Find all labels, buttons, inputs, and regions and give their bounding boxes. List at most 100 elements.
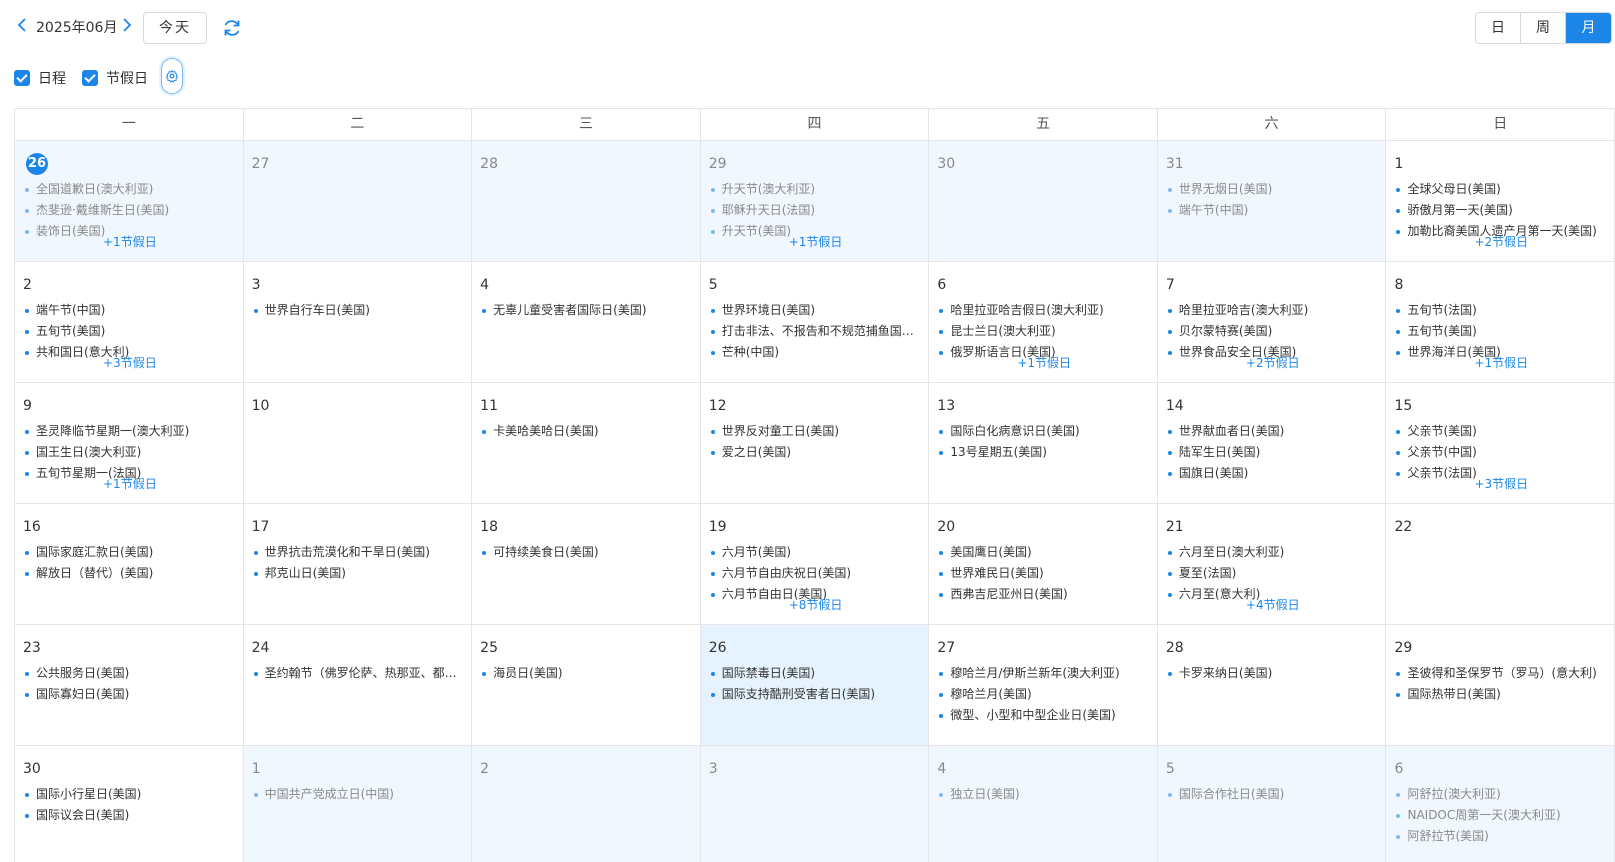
holiday-event[interactable]: 国际家庭汇款日(美国) (23, 542, 237, 563)
next-month-chevron-right-icon[interactable] (117, 17, 137, 39)
holiday-event[interactable]: 耶稣升天日(法国) (709, 200, 923, 221)
day-cell[interactable]: 11 卡美哈美哈日(美国) (472, 383, 701, 504)
holiday-event[interactable]: 阿舒拉节(美国) (1394, 826, 1608, 847)
more-holidays-link[interactable]: +3节假日 (1474, 477, 1528, 491)
day-cell[interactable]: 3 世界自行车日(美国) (243, 262, 473, 383)
more-holidays-link[interactable]: +2节假日 (1246, 356, 1300, 370)
holiday-event[interactable]: 美国鹰日(美国) (937, 542, 1151, 563)
holiday-event[interactable]: 昆士兰日(澳大利亚) (937, 321, 1151, 342)
holiday-event[interactable]: 杰斐逊·戴维斯生日(美国) (23, 200, 237, 221)
holiday-event[interactable]: 13号星期五(美国) (937, 442, 1151, 463)
holiday-event[interactable]: 夏至(法国) (1166, 563, 1380, 584)
holiday-event[interactable]: 世界自行车日(美国) (252, 300, 466, 321)
holiday-event[interactable]: 无辜儿童受害者国际日(美国) (480, 300, 694, 321)
day-cell[interactable]: 4 独立日(美国) (929, 746, 1158, 862)
holiday-event[interactable]: NAIDOC周第一天(澳大利亚) (1394, 805, 1608, 826)
more-holidays-link[interactable]: +4节假日 (1246, 598, 1300, 612)
holiday-event[interactable]: 芒种(中国) (709, 342, 923, 363)
day-cell[interactable]: 27 (243, 141, 473, 262)
more-holidays-link[interactable]: +2节假日 (1474, 235, 1528, 249)
holiday-event[interactable]: 世界无烟日(美国) (1166, 179, 1380, 200)
holiday-event[interactable]: 爱之日(美国) (709, 442, 923, 463)
holiday-event[interactable]: 世界难民日(美国) (937, 563, 1151, 584)
holiday-event[interactable]: 国际禁毒日(美国) (709, 663, 923, 684)
holiday-event[interactable]: 国际白化病意识日(美国) (937, 421, 1151, 442)
day-cell[interactable]: 2 端午节(中国) 五旬节(美国) 共和国日(意大利) +3节假日 (15, 262, 244, 383)
day-cell[interactable]: 1 全球父母日(美国) 骄傲月第一天(美国) 加勒比裔美国人遗产月第一天(美国) +2节… (1386, 141, 1615, 262)
holiday-event[interactable]: 国际小行星日(美国) (23, 784, 237, 805)
day-cell[interactable]: 29 圣彼得和圣保罗节（罗马）(意大利) 国际热带日(美国) (1386, 625, 1615, 746)
holiday-event[interactable]: 世界反对童工日(美国) (709, 421, 923, 442)
day-cell[interactable]: 2 (472, 746, 701, 862)
holiday-event[interactable]: 全国道歉日(澳大利亚) (23, 179, 237, 200)
holiday-event[interactable]: 六月节自由庆祝日(美国) (709, 563, 923, 584)
holiday-event[interactable]: 升天节(澳大利亚) (709, 179, 923, 200)
holiday-event[interactable]: 国际议会日(美国) (23, 805, 237, 826)
holiday-event[interactable]: 穆哈兰月(美国) (937, 684, 1151, 705)
holiday-event[interactable]: 哈里拉亚哈吉假日(澳大利亚) (937, 300, 1151, 321)
holiday-event[interactable]: 解放日（替代）(美国) (23, 563, 237, 584)
day-cell[interactable]: 24 圣约翰节（佛罗伦萨、热那亚、都灵）(意大利) (243, 625, 473, 746)
holiday-event[interactable]: 独立日(美国) (937, 784, 1151, 805)
holiday-event[interactable]: 阿舒拉(澳大利亚) (1394, 784, 1608, 805)
holiday-event[interactable]: 卡美哈美哈日(美国) (480, 421, 694, 442)
holiday-event[interactable]: 父亲节(美国) (1394, 421, 1608, 442)
holiday-event[interactable]: 哈里拉亚哈吉(澳大利亚) (1166, 300, 1380, 321)
day-cell[interactable]: 25 海员日(美国) (472, 625, 701, 746)
day-cell[interactable]: 30 (929, 141, 1158, 262)
holiday-event[interactable]: 世界抗击荒漠化和干旱日(美国) (252, 542, 466, 563)
day-cell[interactable]: 28 卡罗来纳日(美国) (1157, 625, 1387, 746)
day-cell[interactable]: 8 五旬节(法国) 五旬节(美国) 世界海洋日(美国) +1节假日 (1386, 262, 1615, 383)
holiday-event[interactable]: 全球父母日(美国) (1394, 179, 1608, 200)
day-cell[interactable]: 26 国际禁毒日(美国) 国际支持酷刑受害者日(美国) (700, 625, 930, 746)
day-cell[interactable]: 5 国际合作社日(美国) (1157, 746, 1387, 862)
day-cell[interactable]: 18 可持续美食日(美国) (472, 504, 701, 625)
day-cell[interactable]: 4 无辜儿童受害者国际日(美国) (472, 262, 701, 383)
holiday-event[interactable]: 世界献血者日(美国) (1166, 421, 1380, 442)
holiday-event[interactable]: 公共服务日(美国) (23, 663, 237, 684)
day-cell[interactable]: 6 哈里拉亚哈吉假日(澳大利亚) 昆士兰日(澳大利亚) 俄罗斯语言日(美国) +1节假日 (929, 262, 1158, 383)
day-cell[interactable]: 20 美国鹰日(美国) 世界难民日(美国) 西弗吉尼亚州日(美国) (929, 504, 1158, 625)
holiday-event[interactable]: 可持续美食日(美国) (480, 542, 694, 563)
day-cell[interactable]: 5 世界环境日(美国)打击非法、不报告和不规范捕鱼国际日(美国)芒种(中国) (700, 262, 930, 383)
holiday-checkbox[interactable]: 节假日 (82, 68, 148, 88)
day-cell[interactable]: 16 国际家庭汇款日(美国) 解放日（替代）(美国) (15, 504, 244, 625)
holiday-event[interactable]: 六月至日(澳大利亚) (1166, 542, 1380, 563)
day-cell[interactable]: 23 公共服务日(美国) 国际寡妇日(美国) (15, 625, 244, 746)
holiday-event[interactable]: 六月节(美国) (709, 542, 923, 563)
holiday-event[interactable]: 国际热带日(美国) (1394, 684, 1608, 705)
holiday-event[interactable]: 陆军生日(美国) (1166, 442, 1380, 463)
day-cell[interactable]: 26 全国道歉日(澳大利亚) 杰斐逊·戴维斯生日(美国) 装饰日(美国) +1节假日 (15, 141, 244, 262)
day-cell[interactable]: 27 穆哈兰月/伊斯兰新年(澳大利亚) 穆哈兰月(美国) 微型、小型和中型企业日(美国… (929, 625, 1158, 746)
day-cell[interactable]: 3 (700, 746, 930, 862)
view-button-0[interactable]: 日 (1476, 13, 1521, 43)
day-cell[interactable]: 10 (243, 383, 473, 504)
holiday-event[interactable]: 国王生日(澳大利亚) (23, 442, 237, 463)
more-holidays-link[interactable]: +1节假日 (1017, 356, 1071, 370)
holiday-event[interactable]: 卡罗来纳日(美国) (1166, 663, 1380, 684)
holiday-event[interactable]: 穆哈兰月/伊斯兰新年(澳大利亚) (937, 663, 1151, 684)
day-cell[interactable]: 14 世界献血者日(美国) 陆军生日(美国) 国旗日(美国) (1157, 383, 1387, 504)
holiday-event[interactable]: 国际支持酷刑受害者日(美国) (709, 684, 923, 705)
more-holidays-link[interactable]: +3节假日 (103, 356, 157, 370)
holiday-event[interactable]: 海员日(美国) (480, 663, 694, 684)
more-holidays-link[interactable]: +1节假日 (103, 477, 157, 491)
day-cell[interactable]: 29 升天节(澳大利亚) 耶稣升天日(法国) 升天节(美国) +1节假日 (700, 141, 930, 262)
day-cell[interactable]: 1 中国共产党成立日(中国) (243, 746, 473, 862)
day-cell[interactable]: 22 (1386, 504, 1615, 625)
schedule-checkbox[interactable]: 日程 (14, 68, 66, 88)
holiday-event[interactable]: 国旗日(美国) (1166, 463, 1380, 484)
holiday-event[interactable]: 国际合作社日(美国) (1166, 784, 1380, 805)
holiday-event[interactable]: 五旬节(法国) (1394, 300, 1608, 321)
day-cell[interactable]: 30 国际小行星日(美国) 国际议会日(美国) (15, 746, 244, 862)
holiday-event[interactable]: 世界环境日(美国) (709, 300, 923, 321)
holiday-event[interactable]: 圣约翰节（佛罗伦萨、热那亚、都灵）(意大利) (252, 663, 466, 684)
holiday-event[interactable]: 微型、小型和中型企业日(美国) (937, 705, 1151, 726)
holiday-event[interactable]: 贝尔蒙特赛(美国) (1166, 321, 1380, 342)
more-holidays-link[interactable]: +1节假日 (1474, 356, 1528, 370)
day-cell[interactable]: 15 父亲节(美国) 父亲节(中国) 父亲节(法国) +3节假日 (1386, 383, 1615, 504)
holiday-event[interactable]: 五旬节(美国) (23, 321, 237, 342)
day-cell[interactable]: 31 世界无烟日(美国) 端午节(中国) (1157, 141, 1387, 262)
view-button-1[interactable]: 周 (1521, 13, 1566, 43)
day-cell[interactable]: 9 圣灵降临节星期一(澳大利亚) 国王生日(澳大利亚) 五旬节星期一(法国) +1节假日 (15, 383, 244, 504)
